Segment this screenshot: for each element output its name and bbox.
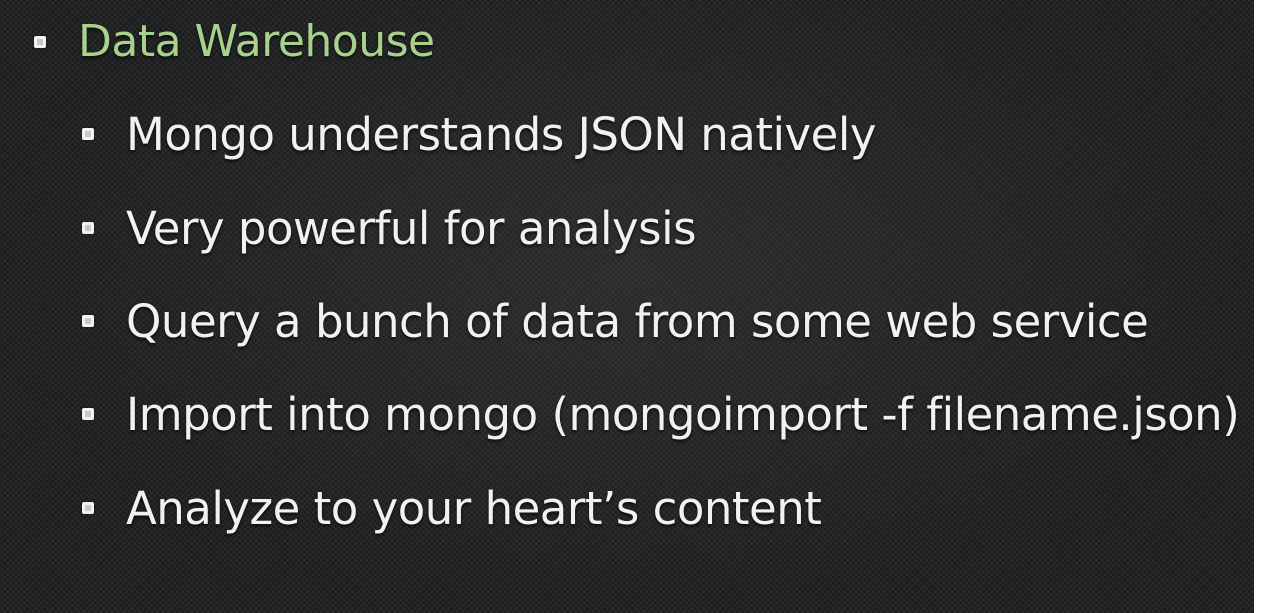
square-bullet-icon — [82, 222, 94, 234]
square-bullet-icon — [82, 315, 94, 327]
square-bullet-icon — [34, 36, 46, 48]
square-bullet-icon — [82, 502, 94, 514]
bullet-item-query: Query a bunch of data from some web serv… — [126, 295, 1149, 348]
window-edge — [1254, 0, 1270, 613]
bullet-item-json: Mongo understands JSON natively — [126, 108, 876, 161]
bullet-item-import: Import into mongo (mongoimport -f filena… — [126, 388, 1240, 441]
square-bullet-icon — [82, 408, 94, 420]
square-bullet-icon — [82, 128, 94, 140]
slide-heading: Data Warehouse — [78, 16, 435, 67]
bullet-item-analyze: Analyze to your heart’s content — [126, 482, 822, 535]
slide: Data Warehouse Mongo understands JSON na… — [0, 0, 1254, 613]
bullet-item-analysis: Very powerful for analysis — [126, 202, 697, 255]
